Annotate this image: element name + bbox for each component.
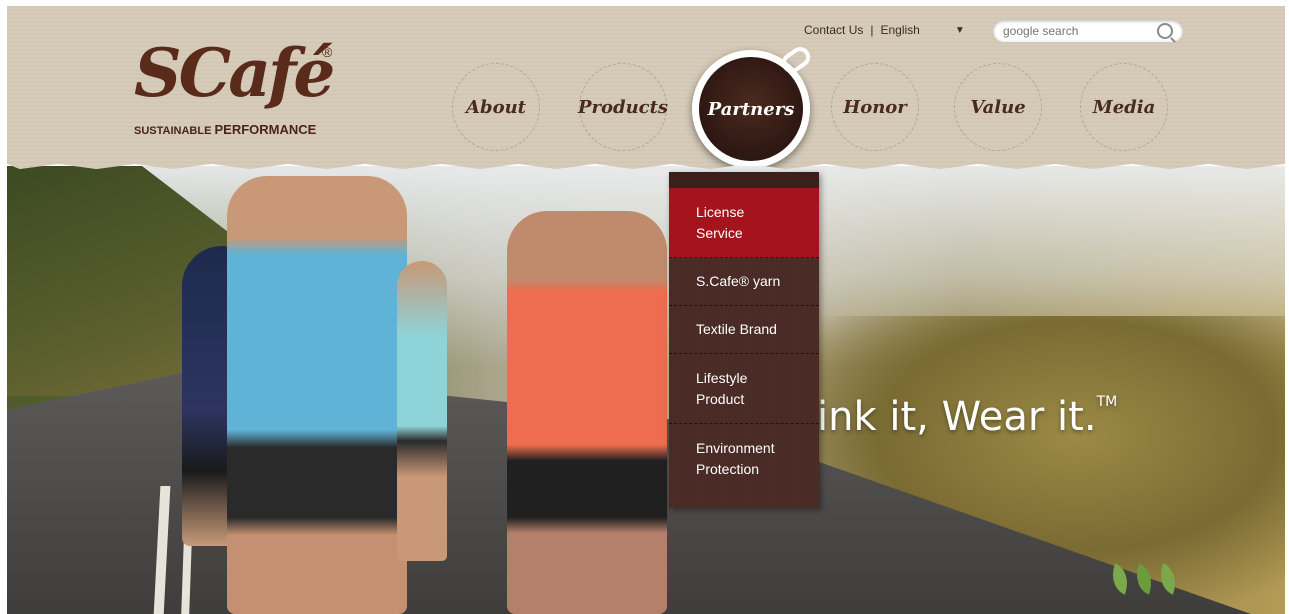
partners-dropdown-menu: License Service S.Cafe® yarn Textile Bra… [669, 172, 819, 508]
slide-leaf-icon[interactable] [1106, 563, 1134, 595]
runner-figure [507, 211, 667, 614]
page-frame: ink it, Wear it.TM SCafé ® SUSTAINABLE P… [7, 6, 1285, 614]
logo-wordmark: SCafé [134, 34, 335, 112]
utility-links: Contact Us | English ▼ [804, 23, 965, 37]
search-input[interactable] [993, 20, 1153, 42]
slide-leaf-icon[interactable] [1154, 563, 1182, 595]
slide-indicators [1106, 563, 1182, 595]
logo-tagline: SUSTAINABLE PERFORMANCE [134, 122, 317, 137]
slide-leaf-icon[interactable] [1130, 563, 1158, 595]
search-box [993, 20, 1183, 42]
nav-item-media[interactable]: Media [1080, 63, 1168, 151]
site-header: SCafé ® SUSTAINABLE PERFORMANCE Contact … [7, 6, 1285, 169]
link-separator: | [870, 23, 874, 37]
registered-mark: ® [322, 44, 333, 60]
language-select[interactable]: English [880, 23, 919, 37]
menu-item-scafe-yarn[interactable]: S.Cafe® yarn [669, 258, 819, 306]
runner-figure [227, 176, 407, 614]
hero-banner: ink it, Wear it.TM [7, 166, 1285, 614]
nav-item-honor[interactable]: Honor [831, 63, 919, 151]
menu-item-license-service[interactable]: License Service [669, 188, 819, 258]
menu-item-textile-brand[interactable]: Textile Brand [669, 306, 819, 354]
menu-item-lifestyle-product[interactable]: Lifestyle Product [669, 354, 819, 424]
nav-item-products[interactable]: Products [578, 63, 668, 151]
contact-us-link[interactable]: Contact Us [804, 23, 863, 37]
menu-item-environment-protection[interactable]: Environment Protection [669, 424, 819, 494]
search-icon[interactable] [1157, 23, 1173, 39]
dropdown-top-strip [669, 172, 819, 188]
hero-tagline: ink it, Wear it.TM [817, 394, 1118, 440]
chevron-down-icon[interactable]: ▼ [955, 25, 965, 36]
nav-item-value[interactable]: Value [954, 63, 1042, 151]
runner-figure [397, 261, 447, 561]
scafe-logo[interactable]: SCafé ® SUSTAINABLE PERFORMANCE [134, 40, 339, 140]
nav-item-about[interactable]: About [452, 63, 540, 151]
